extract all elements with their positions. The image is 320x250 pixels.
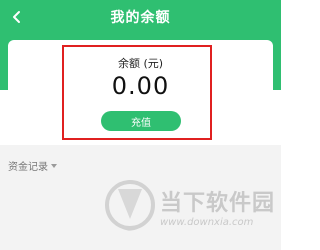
page-title: 我的余额 — [110, 10, 171, 26]
fund-records-label: 资金记录 — [8, 162, 48, 173]
balance-amount: 0.00 — [111, 72, 170, 100]
recharge-button[interactable]: 充值 — [101, 111, 181, 131]
caret-down-icon — [51, 164, 57, 168]
balance-label: 余额 (元) — [117, 57, 164, 70]
fund-records-dropdown[interactable]: 资金记录 — [8, 158, 57, 173]
